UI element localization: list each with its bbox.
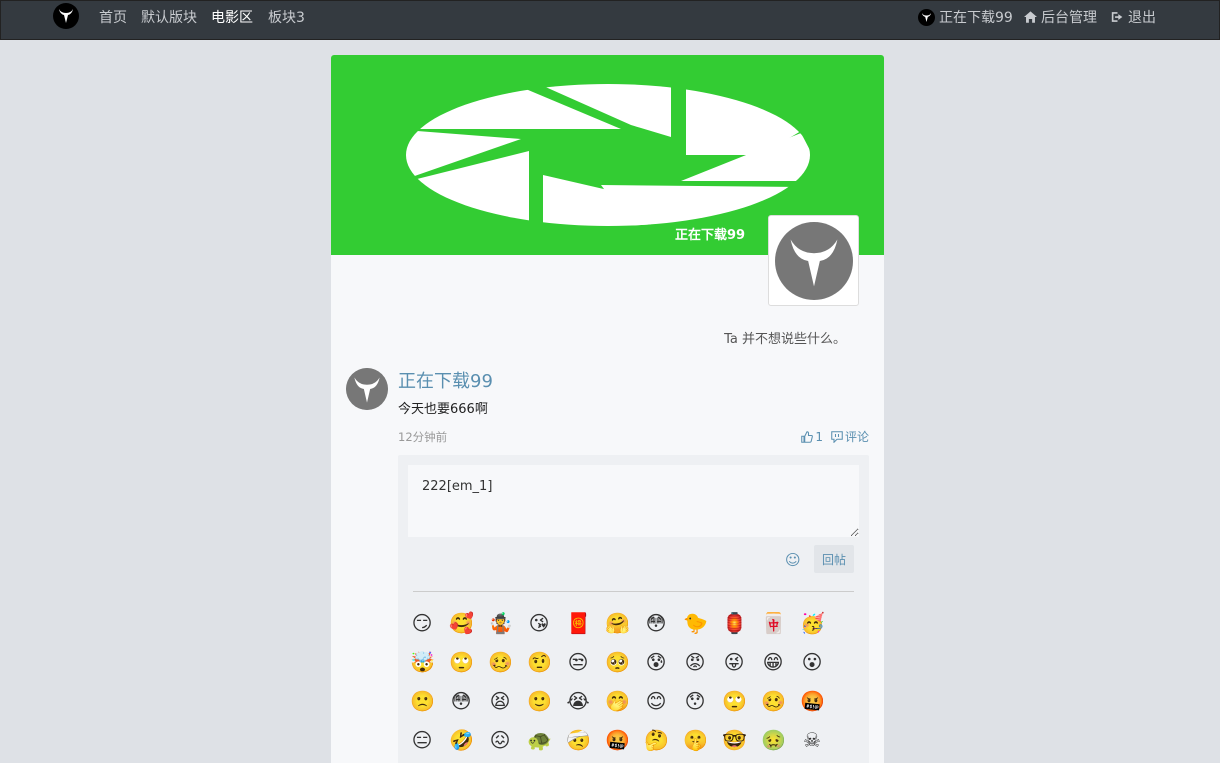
bull-avatar-icon [346,368,388,410]
emoji-item[interactable]: 🤬 [800,689,825,714]
emoji-item[interactable]: 😒 [566,650,590,675]
emoji-item[interactable]: 🧧 [566,611,591,636]
nav-logout[interactable]: 退出 [1111,7,1156,27]
emoji-item[interactable]: 😁 [761,650,785,675]
post-author-avatar[interactable] [346,368,388,410]
emoji-item[interactable]: 😘 [527,611,551,636]
banner-user-name: 正在下载99 [675,228,746,243]
reply-panel: 222[em_1] ☺ 回帖 😏 🥰 🤹 😘 🧧 🤗 😳 🐤 🏮 🀄 🥳 🤯 🙄 🥴 🤨 😒 🥺 😰 😡 😜 😁 😮 🙁 😳 😫… [398,455,869,763]
home-icon [1024,11,1037,23]
emoji-item[interactable]: 🙂 [527,689,552,714]
emoji-item[interactable]: 🤹 [488,611,513,636]
emoji-item[interactable]: 🥺 [605,650,630,675]
nav-admin[interactable]: 后台管理 [1024,7,1097,27]
emoji-item[interactable]: 🀄 [761,611,786,636]
emoji-item[interactable]: ☠ [800,728,824,753]
emoji-item[interactable]: 🥴 [488,650,513,675]
reply-submit-button[interactable]: 回帖 [814,545,854,573]
emoji-item[interactable]: 🤗 [605,611,630,636]
comment-icon [831,430,843,443]
nav-user-name: 正在下载99 [939,10,1013,26]
nav-board-3[interactable]: 板块3 [268,7,305,27]
like-count: 1 [815,429,823,444]
emoji-item[interactable]: 😜 [722,650,746,675]
emoji-item[interactable]: 🥳 [800,611,825,636]
logout-icon [1111,12,1123,22]
emoji-item[interactable]: 😡 [683,650,707,675]
emoji-item[interactable]: 🤬 [605,728,630,753]
emoji-item[interactable]: 🤣 [449,728,474,753]
nav-home[interactable]: 首页 [99,7,127,27]
emoji-item[interactable]: 🤓 [722,728,747,753]
bull-avatar-icon [774,221,853,300]
emoji-item[interactable]: 🤫 [683,728,708,753]
nav-movie-board[interactable]: 电影区 [211,7,253,27]
emoji-item[interactable]: 🙄 [449,650,474,675]
site-logo[interactable] [53,3,79,29]
nav-logout-label: 退出 [1128,10,1156,26]
emoji-item[interactable]: 😖 [488,728,512,753]
emoji-item[interactable]: 🐢 [527,728,552,753]
nav-default-board[interactable]: 默认版块 [141,7,197,27]
emoji-toggle-icon[interactable]: ☺ [785,551,801,569]
emoji-item[interactable]: 🤯 [410,650,435,675]
nav-admin-label: 后台管理 [1041,10,1097,26]
like-button[interactable]: 1 [801,428,823,445]
emoji-item[interactable]: 🙄 [722,689,747,714]
post-actions: 1 评论 [801,428,869,445]
emoji-item[interactable]: 🙁 [410,689,435,714]
reply-textarea[interactable]: 222[em_1] [408,465,859,537]
comment-button[interactable]: 评论 [831,428,869,445]
profile-bio: Ta 并不想说些什么。 [724,332,846,347]
divider [413,591,854,592]
thumbs-up-icon [801,430,814,443]
emoji-item[interactable]: 😑 [410,728,434,753]
emoji-item[interactable]: 😳 [449,689,473,714]
emoji-item[interactable]: 🐤 [683,611,708,636]
emoji-item[interactable]: 😳 [644,611,668,636]
nav-user[interactable]: 正在下载99 [918,7,1013,27]
post-author-name[interactable]: 正在下载99 [398,367,493,393]
emoji-item[interactable]: 😏 [410,611,434,636]
emoji-item[interactable]: 😭 [566,689,590,714]
emoji-item[interactable]: 🤕 [566,728,591,753]
emoji-item[interactable]: 🤨 [527,650,552,675]
emoji-item[interactable]: 🤢 [761,728,786,753]
emoji-item[interactable]: 😰 [644,650,668,675]
profile-card: 正在下载99 Ta 并不想说些什么。 正在下载99 今天也要666啊 12分钟前… [331,55,884,763]
emoji-item[interactable]: 😊 [644,689,668,714]
emoji-item[interactable]: 🥰 [449,611,474,636]
emoji-item[interactable]: 🤭 [605,689,630,714]
post-content: 今天也要666啊 [398,402,488,417]
emoji-item[interactable]: 🤔 [644,728,669,753]
emoji-picker: 😏 🥰 🤹 😘 🧧 🤗 😳 🐤 🏮 🀄 🥳 🤯 🙄 🥴 🤨 😒 🥺 😰 😡 😜 😁 😮 🙁 😳 😫 🙂 😭 🤭 😊 😯 🙄 🥴 🤬 😑 🤣 😖 🐢 🤕 🤬 🤔… [410,611,839,753]
post-time: 12分钟前 [398,430,448,444]
emoji-item[interactable]: 🏮 [722,611,747,636]
bull-logo-icon [59,9,73,23]
top-navbar: 首页 默认版块 电影区 板块3 正在下载99 后台管理 退出 [0,0,1220,40]
profile-avatar[interactable] [768,215,859,306]
user-avatar-icon [918,8,935,26]
comment-label: 评论 [844,430,869,444]
emoji-item[interactable]: 😫 [488,689,512,714]
emoji-item[interactable]: 😮 [800,650,824,675]
emoji-item[interactable]: 🥴 [761,689,786,714]
emoji-item[interactable]: 😯 [683,689,707,714]
